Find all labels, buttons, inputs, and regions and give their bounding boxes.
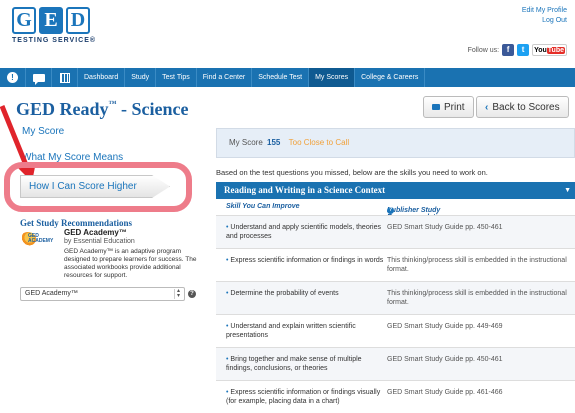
nav-study[interactable]: Study: [125, 68, 157, 87]
site-header: G E D TESTING SERVICE® Edit My Profile L…: [0, 0, 575, 68]
nav-college-careers[interactable]: College & Careers: [355, 68, 426, 87]
page: G E D TESTING SERVICE® Edit My Profile L…: [0, 0, 575, 413]
nav-calendar[interactable]: [52, 68, 78, 87]
logo-subtitle: TESTING SERVICE®: [12, 37, 97, 44]
table-row: Understand and apply scientific models, …: [216, 215, 575, 248]
publisher-select[interactable]: GED Academy™ ▴ ▾: [20, 287, 185, 301]
table-row: Bring together and make sense of multipl…: [216, 347, 575, 380]
edit-profile-link[interactable]: Edit My Profile: [522, 6, 567, 16]
skill-text[interactable]: Express scientific information or findin…: [226, 388, 386, 406]
col-skill: Skill You Can Improve: [226, 203, 300, 210]
follow-us: Follow us: f t YouTube: [468, 44, 567, 56]
nav-messages[interactable]: [26, 68, 52, 87]
logo-letter-d: D: [66, 7, 90, 34]
column-headers: Skill You Can Improve Publisher Study Re…: [216, 199, 575, 221]
rec-text: GED Smart Study Guide pp. 449-469: [387, 323, 503, 330]
back-to-scores-button[interactable]: ‹ Back to Scores: [476, 96, 569, 118]
follow-us-label: Follow us:: [467, 46, 500, 54]
skill-text[interactable]: Bring together and make sense of multipl…: [226, 355, 386, 373]
study-rec-heading: Get Study Recommendations: [20, 218, 132, 228]
score-label: My Score: [229, 138, 263, 147]
intro-text: Based on the test questions you missed, …: [216, 168, 488, 177]
table-row: Express scientific information or findin…: [216, 248, 575, 281]
print-button[interactable]: Print: [423, 96, 474, 118]
score-value: 155: [267, 138, 281, 147]
rec-description: GED Academy™ is an adaptive program desi…: [64, 248, 197, 279]
rec-text: This thinking/process skill is embedded …: [387, 257, 567, 273]
score-status: Too Close to Call: [288, 138, 350, 147]
help-icon[interactable]: ?: [188, 290, 196, 298]
skill-text[interactable]: Express scientific information or findin…: [226, 256, 386, 265]
skills-table: Understand and apply scientific models, …: [216, 215, 575, 413]
facebook-icon[interactable]: f: [502, 44, 515, 56]
rec-text: GED Smart Study Guide pp. 461-466: [387, 389, 503, 396]
nav-find-center[interactable]: Find a Center: [197, 68, 253, 87]
logo-letter-e: E: [39, 7, 63, 34]
rec-product-name: GED Academy™: [64, 228, 127, 237]
select-caret-icon: ▴ ▾: [174, 288, 182, 299]
nav-alert[interactable]: !: [0, 68, 26, 87]
academy-logo-text: GED ACADEMY: [28, 233, 54, 244]
twitter-icon[interactable]: t: [517, 44, 530, 56]
rec-text: GED Smart Study Guide pp. 450-461: [387, 356, 503, 363]
skill-text[interactable]: Determine the probability of events: [226, 289, 386, 298]
logo-letter-g: G: [12, 7, 36, 34]
table-row: Understand and explain written scientifi…: [216, 314, 575, 347]
nav-dashboard[interactable]: Dashboard: [78, 68, 126, 87]
account-links: Edit My Profile Log Out: [522, 6, 567, 26]
help-icon[interactable]: ?: [387, 207, 394, 214]
rec-publisher: by Essential Education: [64, 238, 135, 245]
skill-text[interactable]: Understand and apply scientific models, …: [226, 223, 386, 241]
main-nav: ! Dashboard Study Test Tips Find a Cente…: [0, 68, 575, 87]
nav-test-tips[interactable]: Test Tips: [156, 68, 197, 87]
chevron-left-icon: ‹: [485, 101, 489, 113]
calendar-icon: [59, 72, 70, 83]
ged-academy-logo: GED ACADEMY: [20, 228, 58, 250]
nav-my-scores[interactable]: My Scores: [309, 68, 356, 87]
table-row: Express scientific information or findin…: [216, 380, 575, 413]
rec-text: GED Smart Study Guide pp. 450-461: [387, 224, 503, 231]
table-row: Determine the probability of eventsThis …: [216, 281, 575, 314]
nav-schedule-test[interactable]: Schedule Test: [252, 68, 310, 87]
section-header[interactable]: Reading and Writing in a Science Context…: [216, 182, 575, 199]
printer-icon: [432, 104, 440, 110]
ged-logo[interactable]: G E D TESTING SERVICE®: [12, 7, 96, 44]
alert-icon: !: [7, 72, 18, 83]
score-summary: My Score 155 Too Close to Call: [216, 128, 575, 158]
sidebar-score-higher[interactable]: How I Can Score Higher: [20, 175, 170, 198]
youtube-icon[interactable]: YouTube: [532, 44, 567, 56]
chevron-down-icon: ▼: [564, 186, 571, 194]
skill-text[interactable]: Understand and explain written scientifi…: [226, 322, 386, 340]
chat-icon: [32, 73, 45, 85]
rec-text: This thinking/process skill is embedded …: [387, 290, 567, 306]
page-title: GED Ready™ - Science: [16, 99, 189, 119]
logout-link[interactable]: Log Out: [522, 16, 567, 26]
